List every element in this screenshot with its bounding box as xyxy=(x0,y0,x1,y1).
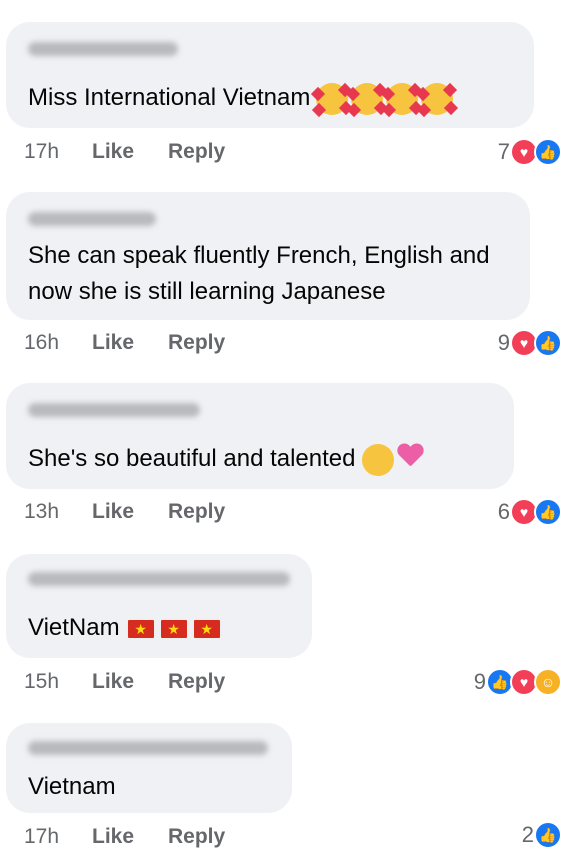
reply-button[interactable]: Reply xyxy=(168,137,225,167)
comment-text: She can speak fluently French, English a… xyxy=(28,242,490,305)
comment-meta: 17h Like Reply xyxy=(24,822,225,851)
reaction-count: 9 xyxy=(497,330,510,355)
like-reaction-icon: 👍 xyxy=(534,138,562,166)
reaction-summary[interactable]: 6 ♥ 👍 xyxy=(498,495,562,529)
comment-meta: 16h Like Reply xyxy=(24,328,225,358)
like-button[interactable]: Like xyxy=(92,822,168,851)
comment-bubble[interactable]: Vietnam xyxy=(6,723,292,813)
blurred-author-name xyxy=(28,741,268,755)
reaction-summary[interactable]: 9 ♥ 👍 xyxy=(498,326,562,360)
like-button[interactable]: Like xyxy=(92,137,168,167)
reaction-summary[interactable]: 9 👍 ♥ ☺ xyxy=(474,665,562,699)
heart-eyes-emoji xyxy=(361,443,394,476)
reply-button[interactable]: Reply xyxy=(168,667,225,697)
reaction-count: 2 xyxy=(521,822,534,847)
care-reaction-icon: ☺ xyxy=(534,668,562,696)
reaction-count: 7 xyxy=(497,139,510,164)
like-reaction-icon: 👍 xyxy=(534,329,562,357)
comment-text-content: She's so beautiful and talented xyxy=(28,445,356,472)
comment-bubble[interactable]: VietNam ★ ★ ★ xyxy=(6,554,312,658)
blurred-author-name xyxy=(28,403,200,417)
smiling-face-with-hearts-emoji xyxy=(381,82,424,117)
comment-text-content: VietNam xyxy=(28,614,120,641)
comment-meta: 13h Like Reply xyxy=(24,497,225,527)
comment-text: VietNam ★ ★ ★ xyxy=(28,610,290,646)
vietnam-flag-emoji: ★ xyxy=(158,617,189,640)
comment-text-content: Miss International Vietnam xyxy=(28,84,311,111)
like-reaction-icon: 👍 xyxy=(534,498,562,526)
reaction-summary[interactable]: 7 ♥ 👍 xyxy=(498,135,562,169)
comment-bubble[interactable]: Miss International Vietnam xyxy=(6,22,534,128)
comment-time[interactable]: 17h xyxy=(24,822,92,851)
vietnam-flag-emoji: ★ xyxy=(125,617,156,640)
comment-time[interactable]: 13h xyxy=(24,497,92,527)
blurred-author-name xyxy=(28,212,156,226)
blurred-author-name xyxy=(28,572,290,586)
comment-bubble[interactable]: She can speak fluently French, English a… xyxy=(6,192,530,320)
like-button[interactable]: Like xyxy=(92,497,168,527)
comment-time[interactable]: 15h xyxy=(24,667,92,697)
like-button[interactable]: Like xyxy=(92,667,168,697)
like-button[interactable]: Like xyxy=(92,328,168,358)
comment-time[interactable]: 17h xyxy=(24,137,92,167)
comment-meta: 15h Like Reply xyxy=(24,667,225,697)
blurred-author-name xyxy=(28,42,178,56)
sparkling-heart-emoji xyxy=(397,444,423,468)
comment-time[interactable]: 16h xyxy=(24,328,92,358)
reaction-count: 9 xyxy=(473,669,486,694)
vietnam-flag-emoji: ★ xyxy=(191,617,222,640)
reply-button[interactable]: Reply xyxy=(168,497,225,527)
comment-text: Miss International Vietnam xyxy=(28,80,512,117)
reaction-count: 6 xyxy=(497,499,510,524)
comment-bubble[interactable]: She's so beautiful and talented xyxy=(6,383,514,489)
smiling-face-with-hearts-emoji xyxy=(416,82,459,117)
comment-meta: 17h Like Reply xyxy=(24,137,225,167)
comment-text: She's so beautiful and talented xyxy=(28,441,492,477)
smiling-face-with-hearts-emoji xyxy=(346,82,389,117)
like-reaction-icon: 👍 xyxy=(534,821,562,849)
reply-button[interactable]: Reply xyxy=(168,822,225,851)
reaction-summary[interactable]: 2 👍 xyxy=(522,818,562,851)
smiling-face-with-hearts-emoji xyxy=(311,82,354,117)
comment-text: Vietnam xyxy=(28,773,116,800)
reply-button[interactable]: Reply xyxy=(168,328,225,358)
